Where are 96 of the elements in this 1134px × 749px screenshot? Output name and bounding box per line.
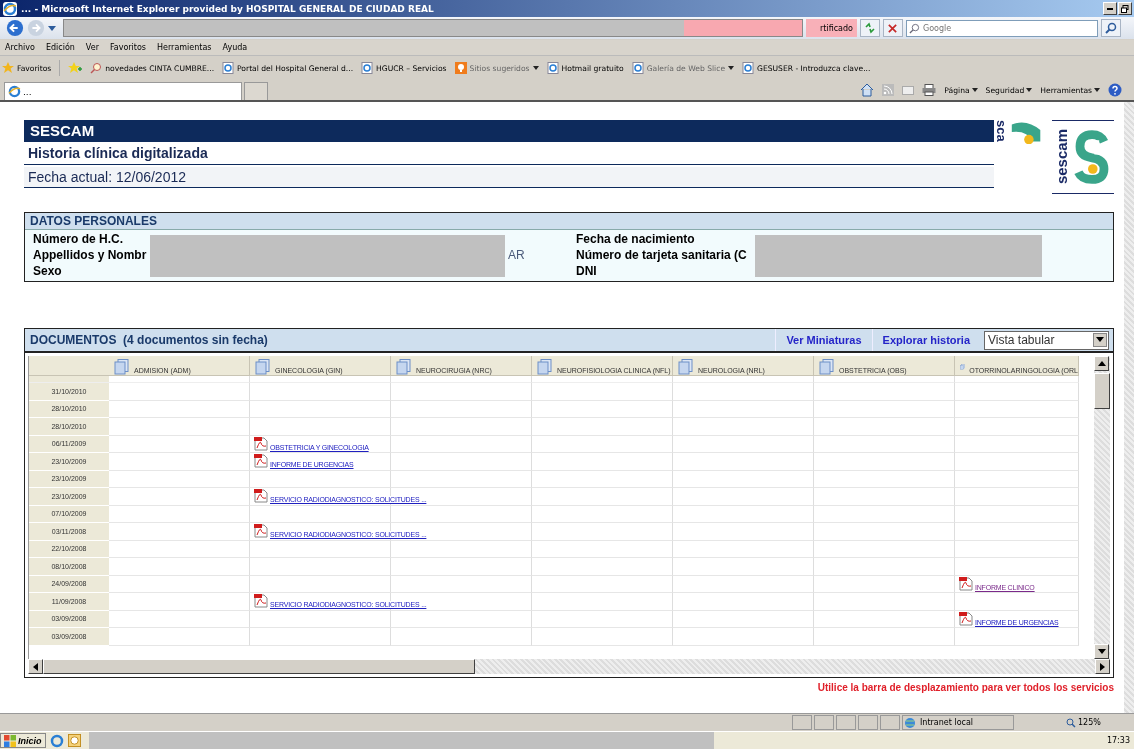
clock: 17:33 <box>1106 736 1131 745</box>
pdf-file-icon <box>254 594 268 609</box>
documents-icon <box>396 359 412 375</box>
field-label: Número de tarjeta sanitaria (C <box>576 247 748 263</box>
page-title: Historia clínica digitalizada <box>24 142 994 165</box>
security-zone: Intranet local <box>902 715 1014 730</box>
globe-icon <box>903 716 917 729</box>
zoom-control[interactable]: 125% <box>1066 717 1101 728</box>
page-icon <box>222 62 235 74</box>
menu-item[interactable]: Ayuda <box>222 43 248 52</box>
documents-icon <box>537 359 553 375</box>
left-arrow-icon <box>33 662 38 671</box>
scroll-right-button[interactable] <box>1095 659 1110 674</box>
menu-item[interactable]: Edición <box>45 43 75 52</box>
documents-icon <box>819 359 835 375</box>
back-button[interactable] <box>6 19 24 37</box>
scroll-down-button[interactable] <box>1094 644 1109 659</box>
field-label: Número de H.C. <box>33 231 124 247</box>
start-button[interactable]: Inicio <box>0 733 46 748</box>
view-dropdown[interactable]: Vista tabular <box>984 330 1109 350</box>
menu-item[interactable]: Ver <box>85 43 99 52</box>
caret-icon <box>1026 88 1033 92</box>
page-scrollbar[interactable] <box>1124 102 1134 713</box>
browser-logo-icon <box>8 85 21 98</box>
field-label: DNI <box>576 263 598 279</box>
caret-icon <box>971 88 978 92</box>
menu-item[interactable]: Archivo <box>5 43 35 52</box>
address-field[interactable] <box>63 19 803 37</box>
pdf-file-icon <box>959 611 973 626</box>
search-button[interactable] <box>1100 19 1121 37</box>
horizontal-scrollbar[interactable] <box>28 659 1110 674</box>
documents-icon <box>114 359 130 375</box>
field-label: Appellidos y Nombr <box>33 247 148 263</box>
pdf-file-icon <box>254 489 268 504</box>
down-arrow-icon <box>1097 649 1106 654</box>
restore-icon <box>1121 4 1129 13</box>
refresh-button[interactable] <box>859 19 880 37</box>
minimize-icon <box>1107 7 1113 10</box>
scroll-hint: Utilice la barra de desplazamiento para ver todos los servicios <box>817 682 1114 693</box>
menu-item[interactable]: Herramientas <box>157 43 212 52</box>
magnifier-icon <box>90 62 103 74</box>
printer-icon[interactable] <box>922 84 937 96</box>
pdf-file-icon <box>959 576 973 591</box>
caret-icon <box>1094 88 1100 92</box>
page-icon <box>361 62 374 74</box>
field-value: AR <box>508 248 525 262</box>
documents-icon <box>678 359 694 375</box>
page-icon <box>742 62 755 74</box>
search-field[interactable]: Google <box>905 19 1098 37</box>
help-icon[interactable] <box>1108 83 1122 97</box>
pdf-file-icon <box>254 454 268 469</box>
stop-button[interactable] <box>882 19 903 37</box>
browser-logo-icon <box>3 1 17 16</box>
logo-text: sca <box>994 120 1008 142</box>
certificate-error-label[interactable]: rtificado <box>806 19 857 37</box>
scroll-thumb[interactable] <box>43 659 475 674</box>
windows-flag-icon <box>4 734 16 747</box>
caret-icon[interactable] <box>48 25 56 31</box>
menu-item[interactable]: Favoritos <box>109 43 147 52</box>
vertical-scrollbar[interactable] <box>1094 356 1110 659</box>
right-arrow-icon <box>1100 662 1105 671</box>
minimize-button[interactable] <box>1103 2 1117 15</box>
restore-button[interactable] <box>1118 2 1132 15</box>
window-title: ... - Microsoft Internet Explorer provided by HOSPITAL GENERAL DE CIUDAD REAL <box>21 3 434 14</box>
scroll-up-button[interactable] <box>1094 356 1109 371</box>
star-icon <box>2 62 14 74</box>
browser-tab[interactable]: ... <box>4 82 242 100</box>
page-icon <box>546 62 559 74</box>
up-arrow-icon <box>1097 361 1106 366</box>
lightbulb-icon <box>454 62 467 74</box>
section-header: DOCUMENTOS (4 documentos sin fecha) <box>29 333 269 347</box>
scroll-left-button[interactable] <box>28 659 43 674</box>
close-icon <box>887 22 899 34</box>
search-icon <box>1104 22 1117 34</box>
refresh-icon <box>863 22 876 34</box>
caret-icon <box>1096 337 1104 342</box>
pdf-file-icon <box>254 436 268 451</box>
org-banner: SESCAM <box>24 120 994 142</box>
field-label: Fecha de nacimiento <box>576 231 696 247</box>
pdf-file-icon <box>254 524 268 539</box>
documents-icon <box>255 359 271 375</box>
caret-icon <box>532 66 539 70</box>
section-header: DATOS PERSONALES <box>25 213 1113 230</box>
magnifier-icon <box>1066 717 1076 728</box>
view-link[interactable]: Explorar historia <box>871 329 980 351</box>
page-icon <box>631 62 644 74</box>
scroll-thumb[interactable] <box>1094 373 1110 409</box>
logo-text: sescam <box>1054 129 1070 185</box>
clock-icon[interactable] <box>67 734 81 747</box>
browser-logo-icon[interactable] <box>49 733 64 748</box>
current-date: Fecha actual: 12/06/2012 <box>24 167 994 188</box>
caret-icon <box>728 66 735 70</box>
field-label: Sexo <box>33 263 63 279</box>
view-link[interactable]: Ver Miniaturas <box>775 329 872 351</box>
search-icon <box>908 22 920 34</box>
home-icon[interactable] <box>860 83 875 97</box>
